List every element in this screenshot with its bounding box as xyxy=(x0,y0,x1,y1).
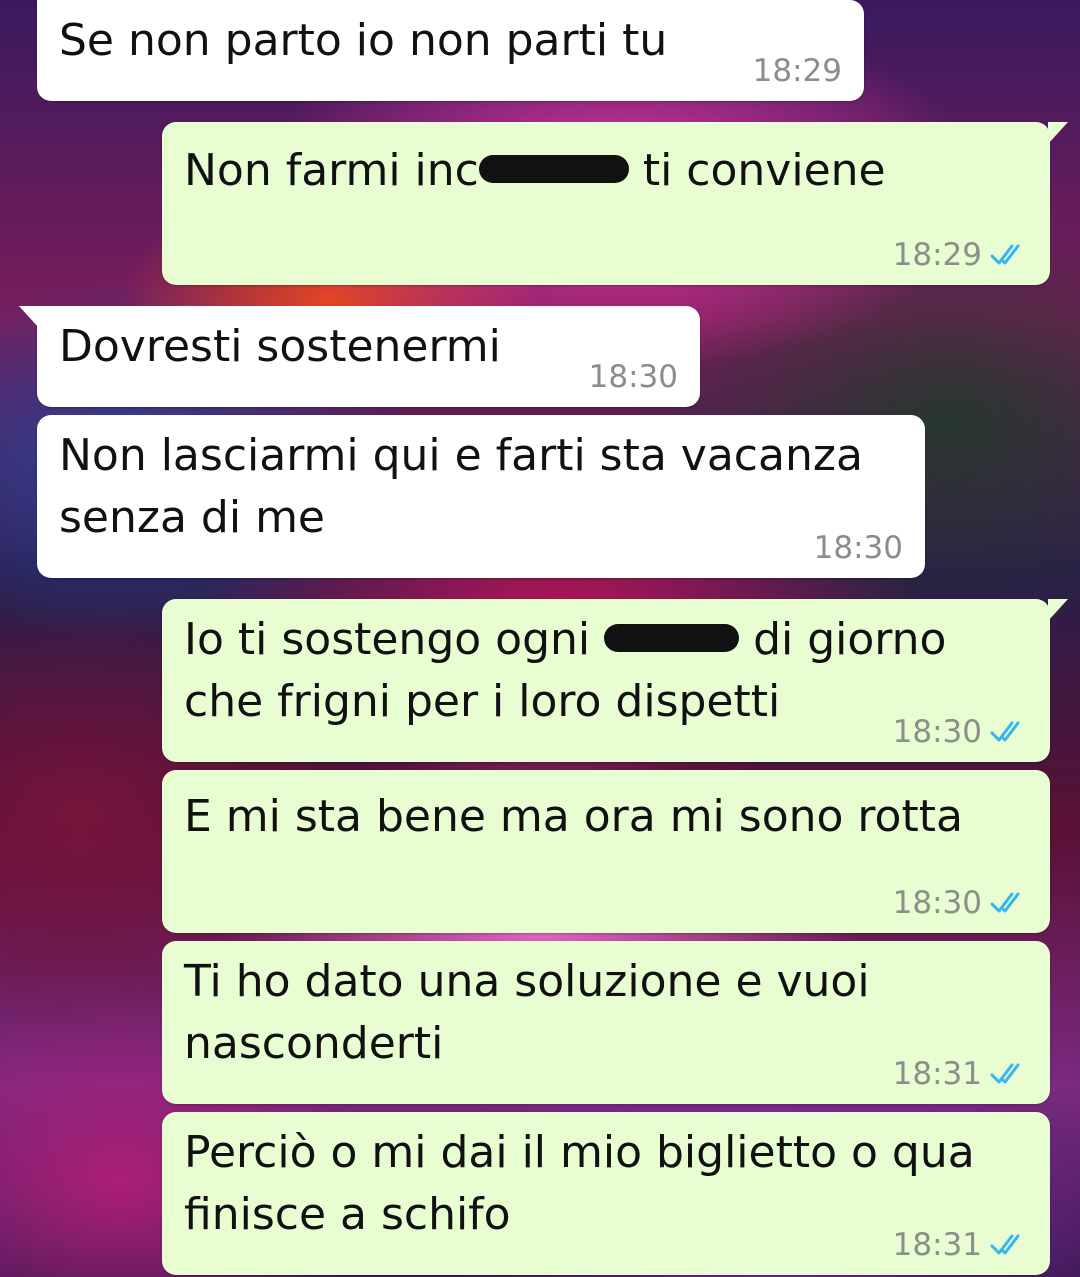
message-meta: 18:30 xyxy=(589,359,678,395)
message-bubble-outgoing[interactable]: Perciò o mi dai il mio biglietto o qua f… xyxy=(162,1112,1050,1275)
message-time: 18:30 xyxy=(892,714,982,750)
message-meta: 18:30 xyxy=(893,885,1028,921)
redaction-mark xyxy=(478,155,629,183)
message-meta: 18:31 xyxy=(893,1227,1028,1263)
message-time: 18:30 xyxy=(588,359,678,395)
double-check-icon xyxy=(990,244,1020,265)
message-time: 18:29 xyxy=(752,53,842,89)
double-check-icon xyxy=(990,1063,1020,1084)
message-bubble-incoming[interactable]: Se non parto io non parti tu 18:29 xyxy=(37,0,864,101)
message-time: 18:30 xyxy=(892,885,982,921)
double-check-icon xyxy=(990,1234,1020,1255)
message-bubble-incoming[interactable]: Dovresti sostenermi 18:30 xyxy=(19,306,700,407)
message-meta: 18:30 xyxy=(814,530,903,566)
message-time: 18:30 xyxy=(813,530,903,566)
chat-background: Se non parto io non parti tu 18:29 Non f… xyxy=(0,0,1080,1277)
redaction-mark xyxy=(604,624,740,652)
message-text: E mi sta bene ma ora mi sono rotta xyxy=(184,791,963,842)
message-bubble-outgoing[interactable]: Ti ho dato una soluzione e vuoi nasconde… xyxy=(162,941,1050,1104)
message-meta: 18:30 xyxy=(893,714,1028,750)
message-bubble-outgoing[interactable]: Io ti sostengo ogni di giorno che frigni… xyxy=(162,599,1068,762)
message-text: Ti ho dato una soluzione e vuoi nasconde… xyxy=(184,956,884,1069)
message-text: Se non parto io non parti tu xyxy=(59,15,668,66)
message-meta: 18:31 xyxy=(893,1056,1028,1092)
message-meta: 18:29 xyxy=(893,237,1028,273)
message-time: 18:31 xyxy=(892,1227,982,1263)
message-text: Non farmi inc ti conviene xyxy=(184,140,1028,202)
message-text: Non lasciarmi qui e farti sta vacanza se… xyxy=(59,430,877,543)
double-check-icon xyxy=(990,892,1020,913)
double-check-icon xyxy=(990,721,1020,742)
message-text: Dovresti sostenermi xyxy=(59,321,501,372)
message-text: Io ti sostengo ogni di giorno che frigni… xyxy=(184,609,990,733)
message-text-part: Non farmi inc xyxy=(184,145,479,196)
message-bubble-incoming[interactable]: Non lasciarmi qui e farti sta vacanza se… xyxy=(37,415,925,578)
message-text-part: ti conviene xyxy=(628,145,886,196)
message-bubble-outgoing[interactable]: Non farmi inc ti conviene 18:29 xyxy=(162,122,1068,285)
message-bubble-outgoing[interactable]: E mi sta bene ma ora mi sono rotta 18:30 xyxy=(162,770,1050,933)
message-text-part: Io ti sostengo ogni xyxy=(184,614,605,665)
message-time: 18:31 xyxy=(892,1056,982,1092)
message-time: 18:29 xyxy=(892,237,982,273)
message-meta: 18:29 xyxy=(753,53,842,89)
